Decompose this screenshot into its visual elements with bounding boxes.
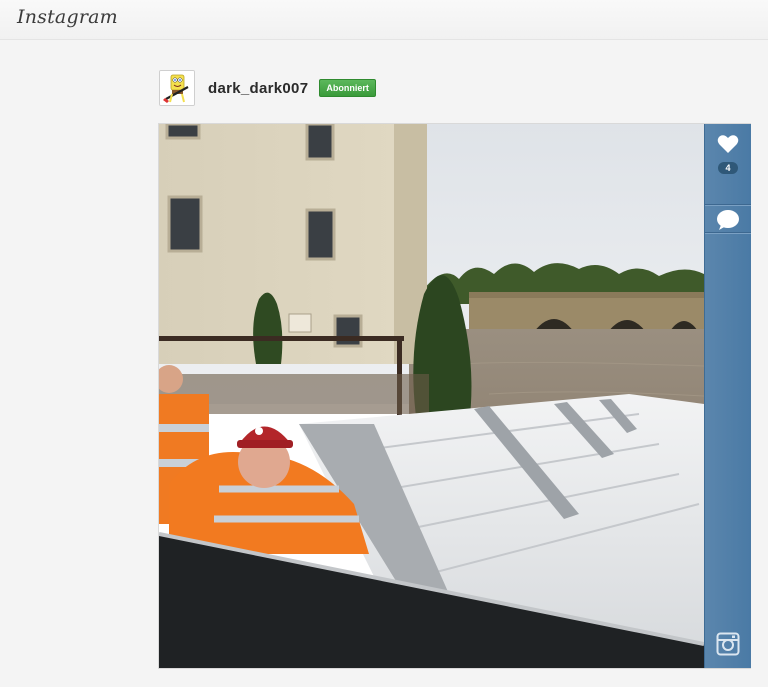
post-photo[interactable] <box>159 124 704 668</box>
instagram-camera-icon[interactable] <box>716 632 740 661</box>
like-count-badge: 4 <box>718 162 738 174</box>
post-action-bar: 4 <box>704 124 751 668</box>
top-bar: Instagram <box>0 0 768 40</box>
avatar-spongebob-image <box>160 71 194 105</box>
comment-section <box>705 205 751 233</box>
avatar[interactable] <box>159 70 195 106</box>
heart-icon[interactable] <box>717 134 739 159</box>
post-card: 4 <box>159 124 751 668</box>
post-header: dark_dark007 Abonniert <box>159 70 376 106</box>
follow-status-button[interactable]: Abonniert <box>319 79 376 97</box>
like-section: 4 <box>705 124 751 205</box>
instagram-logo[interactable]: Instagram <box>17 6 118 28</box>
username[interactable]: dark_dark007 <box>208 80 308 97</box>
comment-bubble-icon[interactable] <box>716 209 740 236</box>
flood-barrier-photo <box>159 124 704 668</box>
